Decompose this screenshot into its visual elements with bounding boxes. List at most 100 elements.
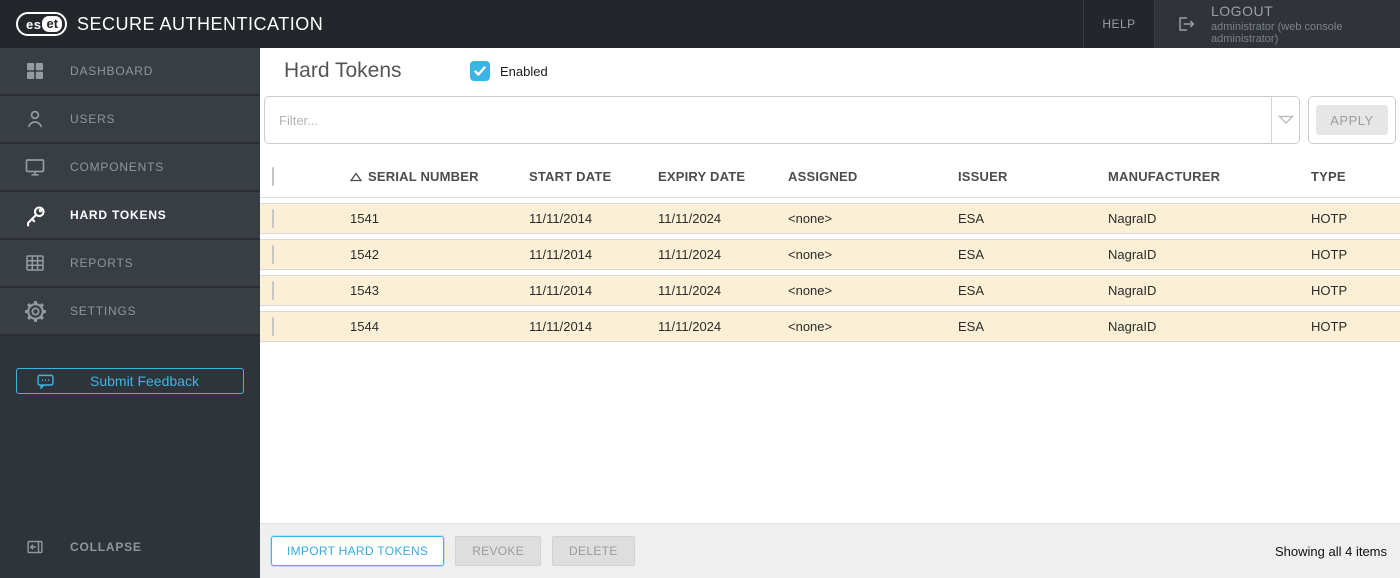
revoke-button[interactable]: REVOKE [455,536,542,566]
sidebar-item-reports[interactable]: REPORTS [0,240,260,288]
cell-assigned: <none> [788,319,833,334]
feedback-label: Submit Feedback [90,373,199,389]
cell-assigned: <none> [788,211,833,226]
sidebar-item-hard-tokens[interactable]: HARD TOKENS [0,192,260,240]
logout-icon [1175,13,1197,35]
app-title: SECURE AUTHENTICATION [77,13,324,34]
reports-icon [22,251,48,275]
collapse-icon [22,536,48,558]
row-checkbox[interactable] [272,280,274,300]
import-hard-tokens-button[interactable]: IMPORT HARD TOKENS [271,536,445,566]
table-body: 1541 11/11/2014 11/11/2024 <none> ESA Na… [260,198,1400,523]
eset-logo-text-boxed: et [42,16,63,32]
help-button[interactable]: HELP [1083,0,1155,48]
delete-button[interactable]: DELETE [552,536,635,566]
cell-expiry-date: 11/11/2024 [658,283,722,298]
sidebar-item-label: HARD TOKENS [70,208,167,222]
column-header-serial-number[interactable]: SERIAL NUMBER [350,169,529,184]
help-label: HELP [1102,17,1136,31]
cell-manufacturer: NagraID [1108,211,1157,226]
logout-button[interactable]: LOGOUT administrator (web console admini… [1155,0,1400,48]
sidebar: DASHBOARD USERS COMPONENTS HARD TOKENS R… [0,48,260,578]
cell-issuer: ESA [958,283,985,298]
cell-manufacturer: NagraID [1108,319,1157,334]
logout-label: LOGOUT [1211,3,1274,19]
apply-button[interactable]: APPLY [1316,105,1388,135]
table-row[interactable]: 1541 11/11/2014 11/11/2024 <none> ESA Na… [260,203,1400,234]
sidebar-item-dashboard[interactable]: DASHBOARD [0,48,260,96]
logout-user: administrator (web console administrator… [1211,21,1343,45]
row-checkbox[interactable] [272,244,274,264]
key-icon [22,203,48,228]
sidebar-item-users[interactable]: USERS [0,96,260,144]
sort-ascending-icon [350,171,362,181]
gear-icon [22,299,48,324]
sidebar-item-label: USERS [70,112,116,126]
footer-bar: IMPORT HARD TOKENS REVOKE DELETE Showing… [260,523,1400,578]
cell-assigned: <none> [788,247,833,262]
sidebar-item-components[interactable]: COMPONENTS [0,144,260,192]
page-title: Hard Tokens [284,59,402,82]
table-row[interactable]: 1543 11/11/2014 11/11/2024 <none> ESA Na… [260,275,1400,306]
cell-issuer: ESA [958,247,985,262]
cell-manufacturer: NagraID [1108,283,1157,298]
apply-button-container: APPLY [1308,96,1396,144]
title-row: Hard Tokens Enabled [260,48,1400,94]
enabled-label: Enabled [500,63,548,79]
top-bar: es et SECURE AUTHENTICATION HELP LOGOUT … [0,0,1400,48]
app-window: es et SECURE AUTHENTICATION HELP LOGOUT … [0,0,1400,578]
filter-dropdown-button[interactable] [1271,97,1299,143]
table-row[interactable]: 1542 11/11/2014 11/11/2024 <none> ESA Na… [260,239,1400,270]
items-count-status: Showing all 4 items [1275,543,1387,559]
cell-type: HOTP [1311,319,1348,334]
row-checkbox[interactable] [272,208,274,228]
select-all-checkbox-cell [260,166,350,186]
eset-logo: es et [16,12,68,36]
column-header-expiry-date[interactable]: EXPIRY DATE [658,169,788,184]
filter-row: APPLY [264,96,1396,144]
cell-manufacturer: NagraID [1108,247,1157,262]
cell-start-date: 11/11/2014 [529,283,593,298]
enabled-checkbox[interactable] [470,61,490,81]
column-header-issuer[interactable]: ISSUER [958,169,1108,184]
sidebar-item-label: REPORTS [70,256,134,270]
table-header: SERIAL NUMBER START DATE EXPIRY DATE ASS… [260,156,1400,198]
cell-issuer: ESA [958,211,985,226]
cell-serial: 1544 [350,319,379,334]
submit-feedback-button[interactable]: Submit Feedback [16,368,244,394]
column-header-type[interactable]: TYPE [1311,169,1400,184]
monitor-icon [22,155,48,179]
collapse-label: COLLAPSE [70,540,142,554]
filter-box [264,96,1300,144]
cell-type: HOTP [1311,283,1348,298]
cell-start-date: 11/11/2014 [529,211,593,226]
sidebar-item-settings[interactable]: SETTINGS [0,288,260,336]
row-checkbox[interactable] [272,316,274,336]
sidebar-item-label: DASHBOARD [70,64,154,78]
cell-expiry-date: 11/11/2024 [658,211,722,226]
cell-expiry-date: 11/11/2024 [658,247,722,262]
cell-expiry-date: 11/11/2024 [658,319,722,334]
table-row[interactable]: 1544 11/11/2014 11/11/2024 <none> ESA Na… [260,311,1400,342]
dashboard-icon [22,59,48,83]
cell-serial: 1542 [350,247,379,262]
collapse-button[interactable]: COLLAPSE [0,530,260,564]
cell-serial: 1541 [350,211,379,226]
column-header-start-date[interactable]: START DATE [529,169,658,184]
cell-type: HOTP [1311,247,1348,262]
filter-input[interactable] [265,97,1271,143]
column-header-manufacturer[interactable]: MANUFACTURER [1108,169,1311,184]
sidebar-item-label: COMPONENTS [70,160,165,174]
chevron-down-icon [1277,115,1294,124]
users-icon [22,107,48,131]
cell-start-date: 11/11/2014 [529,247,593,262]
feedback-icon [35,371,56,392]
column-header-assigned[interactable]: ASSIGNED [788,169,958,184]
cell-issuer: ESA [958,319,985,334]
select-all-checkbox[interactable] [272,166,274,186]
cell-assigned: <none> [788,283,833,298]
sidebar-item-label: SETTINGS [70,304,137,318]
cell-serial: 1543 [350,283,379,298]
cell-type: HOTP [1311,211,1348,226]
cell-start-date: 11/11/2014 [529,319,593,334]
